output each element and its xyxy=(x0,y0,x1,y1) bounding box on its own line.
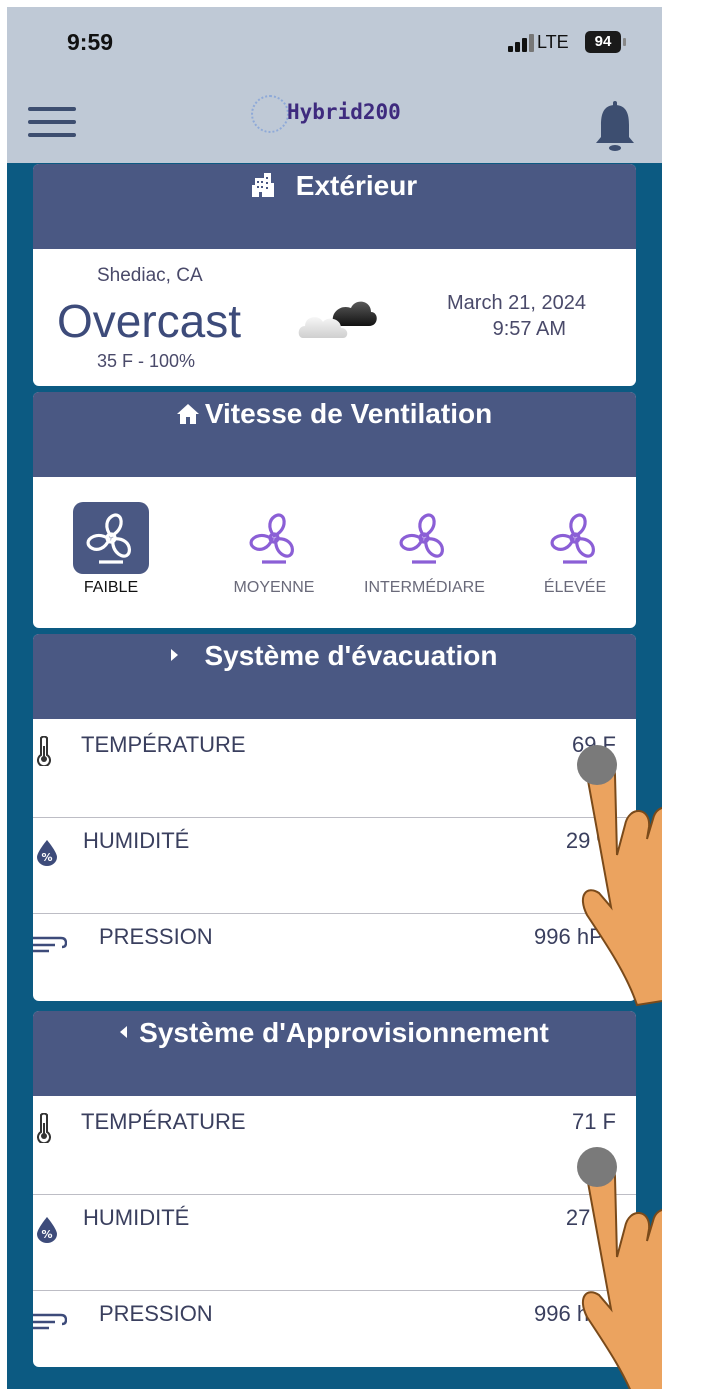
supply-title: Système d'Approvisionnement xyxy=(139,1017,549,1048)
thermometer-icon xyxy=(37,735,51,768)
fan-icon xyxy=(86,513,131,564)
reading-row: PRESSION 996 hPa xyxy=(33,1290,636,1367)
reading-name: TEMPÉRATURE xyxy=(81,1109,246,1134)
speed-option[interactable]: INTERMÉDIARE xyxy=(364,502,485,602)
thermometer-icon xyxy=(37,1112,51,1145)
bell-icon[interactable] xyxy=(593,101,637,153)
weather-condition: Overcast xyxy=(57,295,242,347)
tap-hand-icon xyxy=(577,745,662,1007)
cloud-icon xyxy=(298,301,377,338)
reading-name: PRESSION xyxy=(99,1301,213,1326)
speed-option[interactable]: MOYENNE xyxy=(214,502,334,602)
reading-row: % HUMIDITÉ 27 % xyxy=(33,1194,636,1290)
fan-button[interactable] xyxy=(537,502,613,574)
logo-text: Hybrid200 xyxy=(287,100,401,124)
wind-icon xyxy=(33,1313,68,1330)
wind-icon xyxy=(33,936,68,953)
reading-value: 71 F xyxy=(571,1109,616,1134)
svg-text:%: % xyxy=(41,1228,52,1241)
signal-icon xyxy=(508,34,534,52)
speed-label: ÉLEVÉE xyxy=(543,579,607,596)
reading-row: TEMPÉRATURE 71 F xyxy=(33,1099,636,1195)
supply-card: Système d'Approvisionnement TEMPÉRATURE … xyxy=(33,1011,636,1367)
battery-icon: 94 xyxy=(585,31,621,53)
speed-option[interactable]: FAIBLE xyxy=(51,502,171,602)
exhaust-card: Système d'évacuation TEMPÉRATURE 69 F% H… xyxy=(33,634,636,1001)
caret-left-icon xyxy=(120,1026,128,1038)
exterior-title: Extérieur xyxy=(295,170,418,201)
exterior-card: Extérieur Shediac, CA Overcast 35 F - 10… xyxy=(33,164,636,386)
location-label: Shediac, CA xyxy=(97,265,203,286)
fan-icon xyxy=(399,513,444,564)
exterior-header: Extérieur xyxy=(33,164,636,249)
fan-button[interactable] xyxy=(386,502,462,574)
app-bar: Hybrid200 xyxy=(7,77,662,163)
battery-nub xyxy=(623,38,626,46)
building-icon xyxy=(251,173,274,197)
speed-label: MOYENNE xyxy=(233,579,315,596)
reading-row: % HUMIDITÉ 29 % xyxy=(33,817,636,913)
tap-hand-icon xyxy=(577,1147,662,1389)
exhaust-title: Système d'évacuation xyxy=(204,640,498,671)
hamburger-menu-icon[interactable] xyxy=(28,107,76,139)
time-label: 9:57 AM xyxy=(492,318,566,340)
speed-label: INTERMÉDIARE xyxy=(364,579,485,596)
fan-button[interactable] xyxy=(73,502,149,574)
home-icon xyxy=(176,404,199,424)
reading-name: PRESSION xyxy=(99,924,213,949)
reading-name: HUMIDITÉ xyxy=(83,1205,190,1230)
reading-row: TEMPÉRATURE 69 F xyxy=(33,722,636,818)
reading-row: PRESSION 996 hPa xyxy=(33,913,636,1001)
status-time: 9:59 xyxy=(67,29,114,55)
reading-name: TEMPÉRATURE xyxy=(81,732,246,757)
ventilation-header: Vitesse de Ventilation xyxy=(33,392,636,477)
speed-option[interactable]: ÉLEVÉE xyxy=(515,502,635,602)
speed-label: FAIBLE xyxy=(83,579,139,596)
fan-button[interactable] xyxy=(236,502,312,574)
fan-icon xyxy=(550,513,595,564)
supply-header[interactable]: Système d'Approvisionnement xyxy=(33,1011,636,1096)
reading-name: HUMIDITÉ xyxy=(83,828,190,853)
logo-ring-icon xyxy=(251,95,289,133)
app-screen: 9:59 LTE 94 Hybrid200 Extérieur Shediac,… xyxy=(7,7,662,1389)
ventilation-title: Vitesse de Ventilation xyxy=(204,398,493,429)
fan-icon xyxy=(249,513,294,564)
humidity-icon: % xyxy=(37,840,57,866)
exhaust-header[interactable]: Système d'évacuation xyxy=(33,634,636,719)
network-label: LTE xyxy=(537,32,569,52)
status-bar: 9:59 LTE 94 xyxy=(7,7,662,77)
humidity-icon: % xyxy=(37,1217,57,1243)
ventilation-card: Vitesse de Ventilation FAIBLE MOYENNE IN… xyxy=(33,392,636,628)
date-label: March 21, 2024 xyxy=(447,292,586,314)
caret-right-icon xyxy=(171,649,179,661)
svg-text:%: % xyxy=(41,851,52,864)
temp-humidity-label: 35 F - 100% xyxy=(97,351,196,371)
